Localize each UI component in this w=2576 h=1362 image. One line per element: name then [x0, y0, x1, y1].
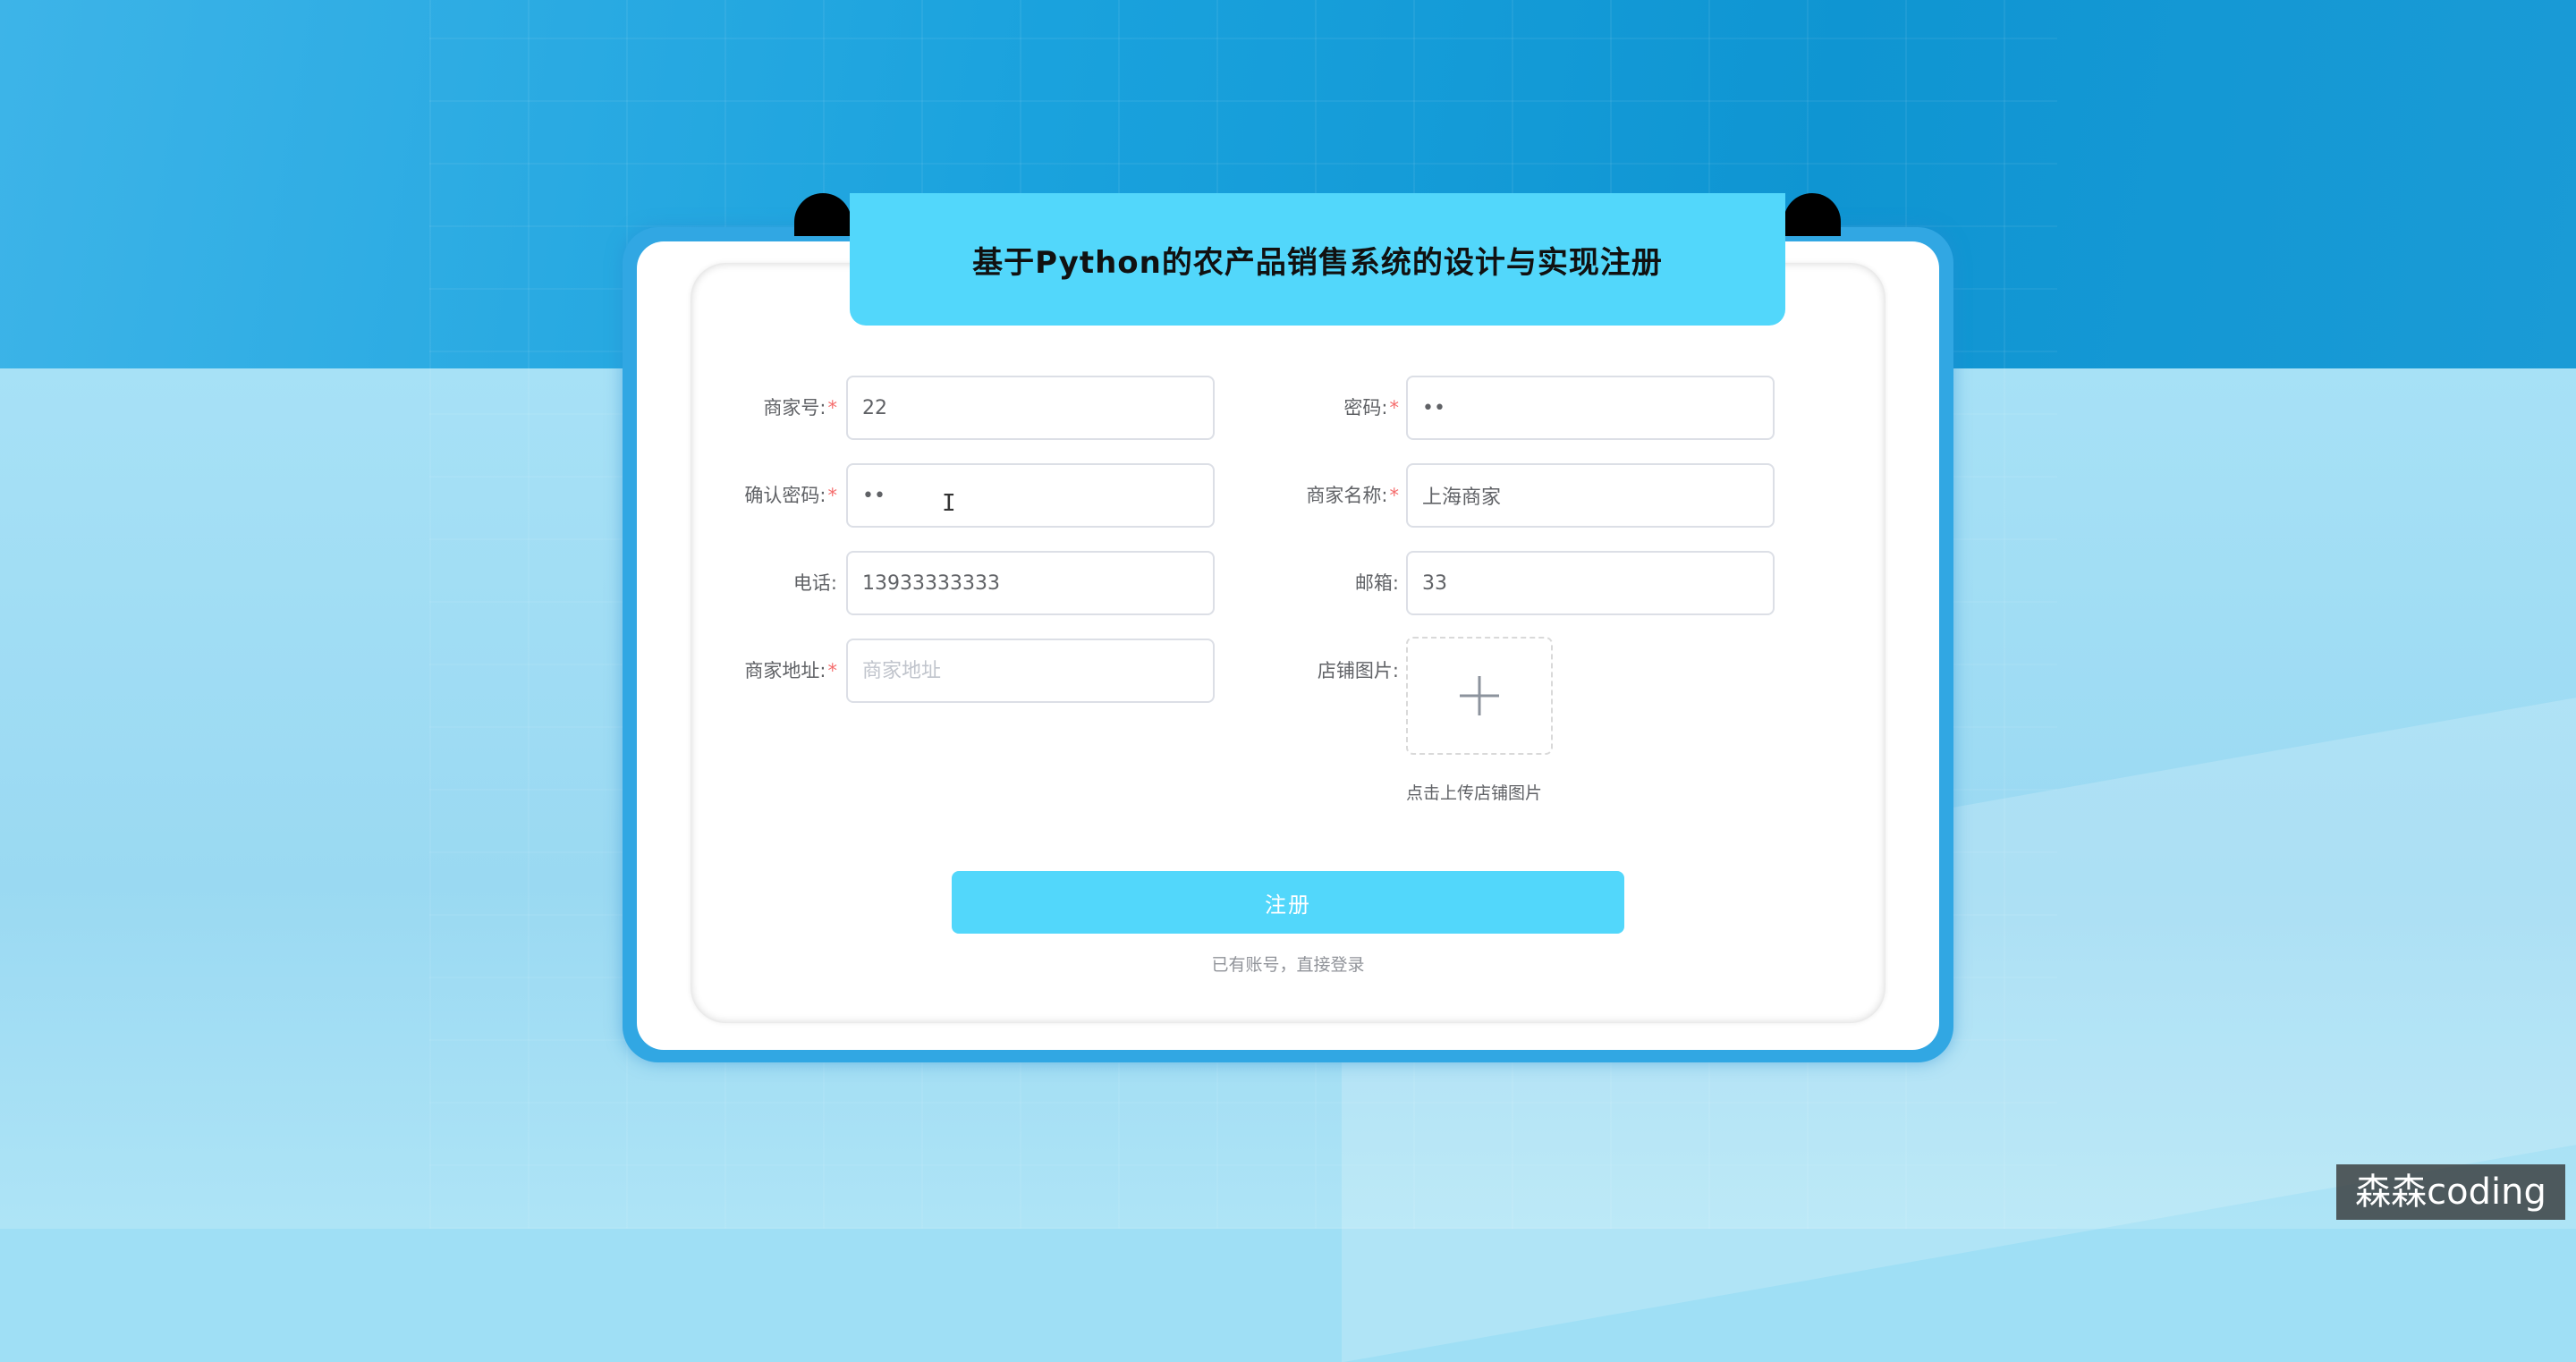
merchant-name-label-text: 商家名称:	[1306, 485, 1388, 506]
shop-image-upload[interactable]	[1406, 637, 1553, 755]
required-mark: *	[827, 660, 838, 681]
password-input[interactable]	[1406, 376, 1775, 440]
password-label: 密码:*	[1256, 376, 1399, 440]
text-cursor-icon: I	[942, 490, 956, 517]
address-label: 商家地址:*	[694, 639, 837, 703]
phone-label-text: 电话:	[792, 572, 837, 594]
address-input[interactable]	[846, 639, 1215, 703]
upload-hint: 点击上传店铺图片	[1406, 783, 1543, 803]
email-label: 邮箱:	[1256, 551, 1399, 615]
required-mark: *	[1389, 397, 1400, 419]
register-button[interactable]: 注册	[952, 871, 1624, 934]
email-input[interactable]	[1406, 551, 1775, 615]
required-mark: *	[827, 485, 838, 506]
shop-image-label-text: 店铺图片:	[1317, 660, 1399, 681]
confirm-password-label-text: 确认密码:	[744, 485, 826, 506]
plus-icon	[1460, 676, 1499, 715]
merchant-no-input[interactable]	[846, 376, 1215, 440]
phone-label: 电话:	[694, 551, 837, 615]
address-label-text: 商家地址:	[744, 660, 826, 681]
phone-input[interactable]	[846, 551, 1215, 615]
shop-image-label: 店铺图片:	[1256, 639, 1399, 703]
merchant-name-label: 商家名称:*	[1256, 463, 1399, 528]
password-label-text: 密码:	[1343, 397, 1388, 419]
confirm-password-label: 确认密码:*	[694, 463, 837, 528]
required-mark: *	[1389, 485, 1400, 506]
email-label-text: 邮箱:	[1354, 572, 1399, 594]
merchant-name-input[interactable]	[1406, 463, 1775, 528]
page-title: 基于Python的农产品销售系统的设计与实现注册	[972, 244, 1663, 281]
login-link[interactable]: 已有账号，直接登录	[1109, 952, 1467, 976]
merchant-no-label-text: 商家号:	[763, 397, 826, 419]
merchant-no-label: 商家号:*	[694, 376, 837, 440]
title-banner: 基于Python的农产品销售系统的设计与实现注册	[850, 193, 1785, 326]
watermark: 森森coding	[2336, 1164, 2565, 1220]
required-mark: *	[827, 397, 838, 419]
confirm-password-input[interactable]	[846, 463, 1215, 528]
